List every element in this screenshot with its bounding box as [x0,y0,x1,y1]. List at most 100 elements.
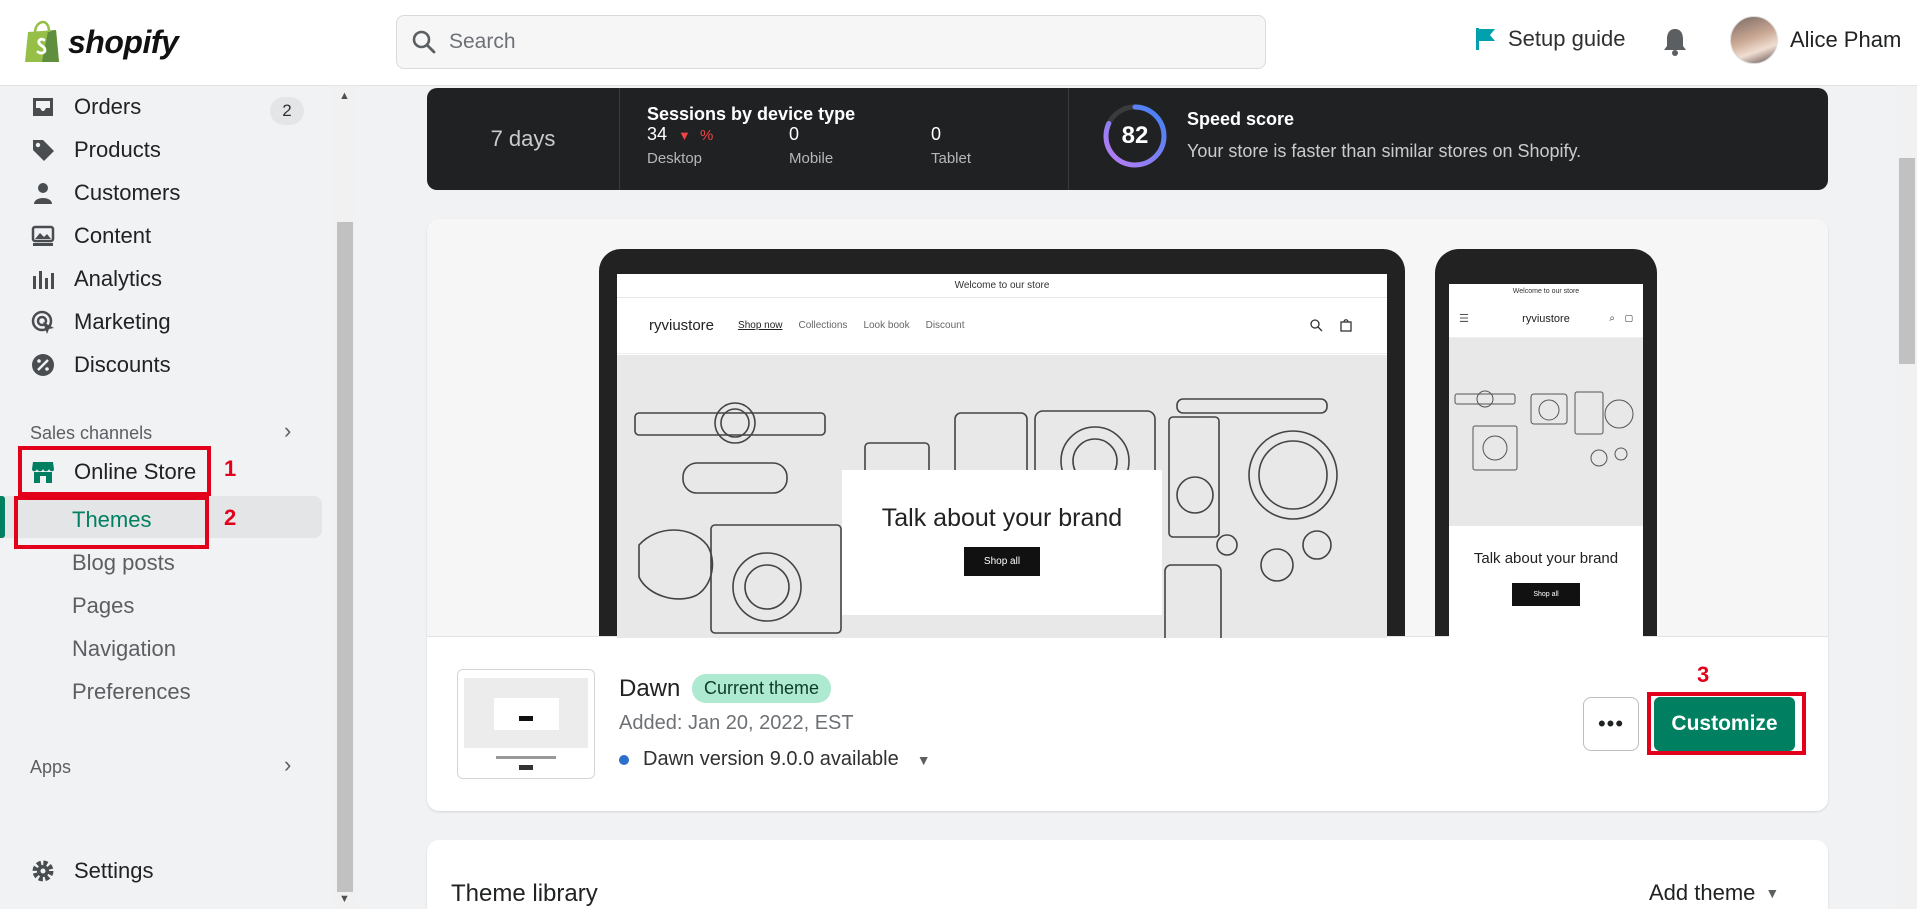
person-icon [34,183,52,204]
annotation-number-1: 1 [224,456,237,481]
gear-icon [32,860,54,882]
more-actions-button[interactable]: ••• [1583,697,1639,751]
mobile-label: Mobile [789,150,834,167]
desktop-label: Desktop [647,150,703,167]
sidebar-item-discounts[interactable]: Discounts [30,347,171,383]
down-arrow-icon: ▼ [678,128,691,143]
sidebar-item-marketing[interactable]: Marketing [30,304,171,340]
cart-icon: ▢ [1624,313,1633,323]
sidebar-item-analytics[interactable]: Analytics [30,261,162,297]
sidebar-item-content[interactable]: Content [30,218,151,254]
desktop-stat: 34 ▼ % [647,124,713,145]
status-dot [619,754,629,765]
bell-icon[interactable] [1660,26,1690,58]
sidebar-item-label: Marketing [74,309,171,334]
annotation-box-customize [1647,692,1806,755]
active-indicator [0,496,5,538]
tablet-value: 0 [931,124,942,144]
sessions-section: Sessions by device type [647,104,855,125]
sidebar-item-settings[interactable]: Settings [30,853,154,889]
hero-shop-all-button: Shop all [963,547,1041,576]
sidebar-subitem-navigation[interactable]: Navigation [72,636,176,662]
speed-score-title: Speed score [1187,109,1295,129]
caret-down-icon: ▼ [1765,885,1780,901]
orders-count-badge: 2 [270,97,304,125]
flag-icon [1476,28,1495,50]
theme-added-date: Added: Jan 20, 2022, EST [619,712,854,734]
search-input[interactable] [449,30,1229,54]
store-hero-banner: Talk about your brand Shop all [617,355,1387,638]
theme-version-dropdown[interactable]: Dawn version 9.0.0 available ▼ [619,748,931,771]
search-bar[interactable] [396,15,1266,69]
store-name: ryviustore [1522,312,1570,325]
theme-name: Dawn [619,675,681,702]
desktop-change: % [699,127,714,144]
store-nav-collections: Collections [798,320,848,331]
menu-icon: ☰ [1459,313,1469,325]
sales-channels-label: Sales channels [30,423,153,443]
desktop-value: 34 [647,124,668,144]
sidebar-item-label: Products [74,137,161,162]
speed-score-value: 82 [1121,122,1149,149]
sidebar-item-products[interactable]: Products [30,132,161,168]
sidebar-item-label: Analytics [74,266,163,291]
target-icon [31,310,54,334]
laptop-screen: Welcome to our store ryviustore Shop now… [617,274,1387,638]
mobile-value: 0 [789,124,800,144]
scroll-down-arrow[interactable]: ▼ [339,893,350,905]
sidebar-item-label: Settings [74,858,154,883]
sidebar-item-orders[interactable]: Orders [30,89,141,125]
annotation-number-3: 3 [1697,662,1710,687]
search-icon [412,30,436,54]
sidebar-item-label: Content [74,223,152,248]
sidebar-item-label: Discounts [74,352,171,377]
current-theme-badge: Current theme [692,674,832,703]
sidebar-item-customers[interactable]: Customers [30,175,180,211]
hero-title-mobile: Talk about your brand [1473,550,1619,567]
top-bar: shopify Setup guide Alice Pham [0,0,1917,86]
setup-guide-link[interactable]: Setup guide [1474,26,1625,52]
add-theme-label: Add theme [1649,880,1756,905]
scroll-up-arrow[interactable]: ▲ [339,90,350,102]
period-selector[interactable]: 7 days [427,88,620,190]
add-theme-button[interactable]: Add theme ▼ [1649,880,1779,906]
avatar [1730,16,1778,64]
sidebar-item-label: Customers [74,180,181,205]
cart-icon [1340,319,1352,332]
annotation-box-online-store [18,446,211,496]
sessions-title: Sessions by device type [647,104,856,124]
store-icons [1309,318,1353,332]
hero-content-box: Talk about your brand Shop all [842,470,1162,615]
theme-library-title: Theme library [451,880,598,907]
user-menu[interactable]: Alice Pham [1730,16,1901,64]
divider [1068,88,1069,190]
discount-icon [32,354,54,376]
sidebar-subitem-blog-posts[interactable]: Blog posts [72,550,175,576]
speed-banner: 7 days Sessions by device type 34 ▼ % De… [427,88,1828,190]
store-hero-mobile [1449,338,1643,526]
tag-icon [33,140,54,161]
sidebar-subitem-preferences[interactable]: Preferences [72,679,191,705]
theme-library-card: Theme library Add theme ▼ [427,840,1828,909]
store-nav-look-book: Look book [863,320,910,331]
main-scrollbar-thumb[interactable] [1899,158,1915,364]
speed-score-subtitle: Your store is faster than similar stores… [1187,141,1582,161]
chevron-right-icon[interactable]: › [284,418,291,444]
search-icon [1310,319,1323,332]
image-icon [31,225,55,246]
store-announcement: Welcome to our store [617,274,1387,298]
sidebar-scrollbar-thumb[interactable] [337,222,353,892]
orders-icon [33,98,53,116]
shopping-bag-icon [25,20,59,62]
sidebar-subitem-pages[interactable]: Pages [72,593,134,619]
store-nav-discount: Discount [925,320,965,331]
chevron-right-icon[interactable]: › [284,752,291,778]
apps-label: Apps [30,757,72,777]
annotation-number-2: 2 [224,505,237,530]
shopify-logo[interactable]: shopify [22,20,179,64]
search-icon: ⌕ [1609,313,1615,324]
setup-guide-label: Setup guide [1508,26,1626,51]
store-name: ryviustore [649,317,715,334]
sidebar-item-label: Orders [74,94,142,119]
store-header-mobile: ☰ ryviustore ⌕ ▢ [1449,300,1643,338]
